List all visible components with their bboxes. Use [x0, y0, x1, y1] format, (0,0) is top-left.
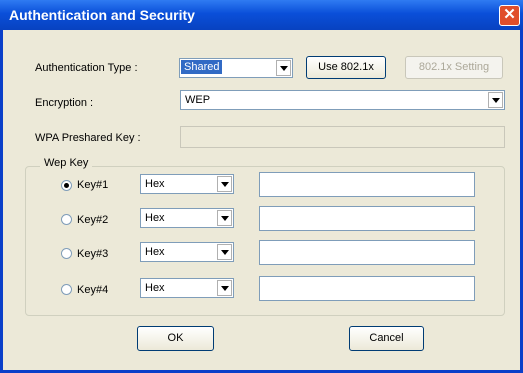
key3-format-value: Hex: [145, 246, 165, 258]
chevron-down-icon[interactable]: [217, 210, 232, 226]
auth-type-select[interactable]: Shared: [179, 58, 293, 78]
use-8021x-button[interactable]: Use 802.1x: [306, 56, 386, 79]
title-bar[interactable]: Authentication and Security ✕: [0, 0, 523, 30]
auth-security-dialog: Authentication and Security ✕ Authentica…: [0, 0, 523, 373]
key2-format-value: Hex: [145, 212, 165, 224]
key3-label: Key#3: [77, 248, 109, 260]
chevron-down-icon[interactable]: [217, 280, 232, 296]
key4-input[interactable]: [259, 276, 475, 301]
close-button[interactable]: ✕: [499, 5, 520, 26]
key4-label: Key#4: [77, 284, 109, 296]
key4-format-value: Hex: [145, 282, 165, 294]
key2-format-select[interactable]: Hex: [140, 208, 234, 228]
chevron-down-icon[interactable]: [217, 244, 232, 260]
key4-format-select[interactable]: Hex: [140, 278, 234, 298]
wpa-key-input[interactable]: [180, 126, 505, 148]
chevron-down-icon[interactable]: [488, 92, 503, 108]
key2-label: Key#2: [77, 214, 109, 226]
8021x-setting-button[interactable]: 802.1x Setting: [405, 56, 503, 79]
key3-format-select[interactable]: Hex: [140, 242, 234, 262]
key1-label: Key#1: [77, 179, 109, 191]
cancel-button[interactable]: Cancel: [349, 326, 424, 351]
ok-button[interactable]: OK: [137, 326, 214, 351]
auth-type-value: Shared: [181, 60, 223, 74]
key2-radio[interactable]: [61, 214, 72, 225]
wpa-key-label: WPA Preshared Key :: [35, 132, 141, 144]
key4-radio[interactable]: [61, 284, 72, 295]
close-icon: ✕: [503, 6, 516, 23]
key1-radio[interactable]: [61, 180, 72, 191]
chevron-down-icon[interactable]: [276, 60, 291, 76]
key2-input[interactable]: [259, 206, 475, 231]
encryption-label: Encryption :: [35, 97, 94, 109]
window-title: Authentication and Security: [9, 7, 195, 23]
key1-format-select[interactable]: Hex: [140, 174, 234, 194]
wep-key-group-title: Wep Key: [40, 157, 93, 169]
encryption-select[interactable]: WEP: [180, 90, 505, 110]
auth-type-label: Authentication Type :: [35, 62, 138, 74]
encryption-value: WEP: [185, 94, 211, 106]
key1-format-value: Hex: [145, 178, 165, 190]
radio-dot-icon: [64, 183, 69, 188]
key1-input[interactable]: [259, 172, 475, 197]
key3-input[interactable]: [259, 240, 475, 265]
chevron-down-icon[interactable]: [217, 176, 232, 192]
key3-radio[interactable]: [61, 248, 72, 259]
